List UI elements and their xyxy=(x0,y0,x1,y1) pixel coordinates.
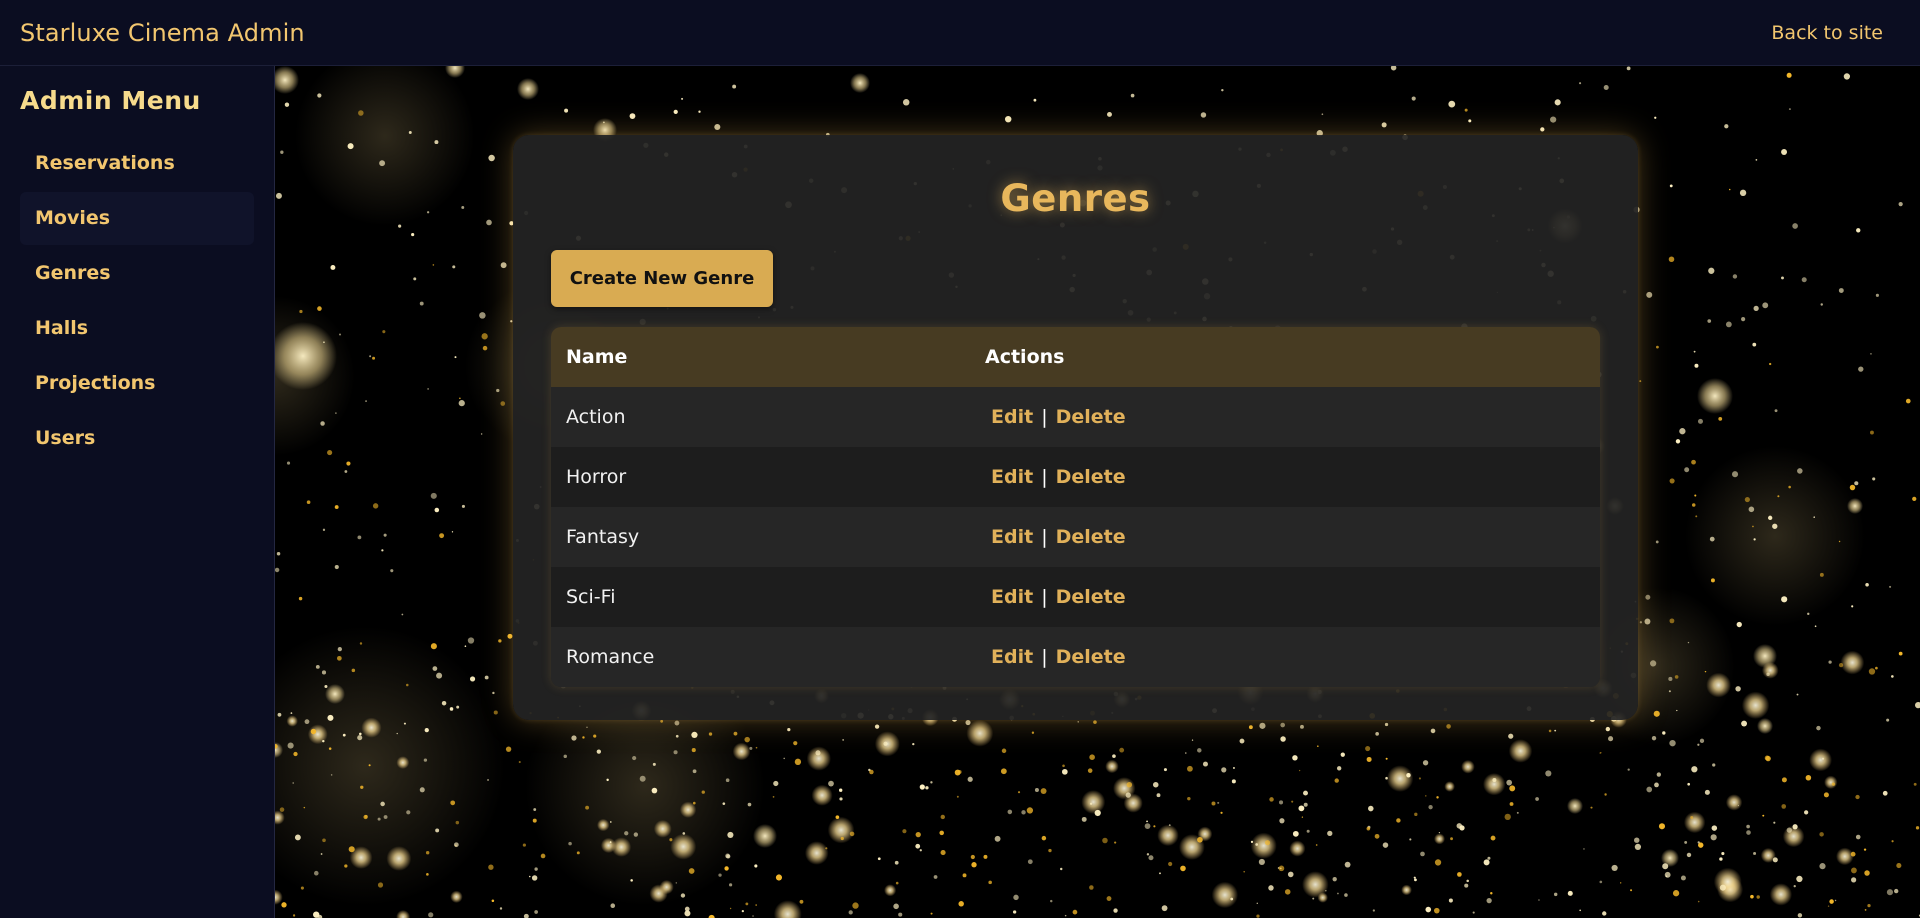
delete-link[interactable]: Delete xyxy=(1050,646,1132,668)
edit-link[interactable]: Edit xyxy=(985,466,1039,488)
top-navbar: Starluxe Cinema Admin Back to site xyxy=(0,0,1920,66)
page-title: Genres xyxy=(1000,177,1151,220)
genre-name: Fantasy xyxy=(566,526,640,548)
back-to-site-link[interactable]: Back to site xyxy=(1771,22,1883,44)
genres-table: Name Actions Action Edit|Delete Horror xyxy=(551,327,1600,687)
table-row: Fantasy Edit | Delete xyxy=(551,507,1600,567)
genres-table-wrapper: Name Actions Action Edit|Delete Horror xyxy=(551,327,1600,687)
delete-link[interactable]: Delete xyxy=(1050,406,1132,428)
sidebar-item-reservations[interactable]: Reservations xyxy=(20,137,254,190)
sidebar-title: Admin Menu xyxy=(20,86,201,115)
delete-link[interactable]: Delete xyxy=(1050,466,1132,488)
sidebar-item-projections[interactable]: Projections xyxy=(20,357,254,410)
row-actions: Edit | Delete xyxy=(970,447,1600,507)
delete-link[interactable]: Delete xyxy=(1050,526,1132,548)
action-separator: | xyxy=(1041,526,1048,548)
row-actions: Edit | Delete xyxy=(970,507,1600,567)
table-row: Sci-Fi Edit | Delete xyxy=(551,567,1600,627)
admin-sidebar: Admin Menu Reservations Movies Genres Ha… xyxy=(0,66,275,918)
delete-link[interactable]: Delete xyxy=(1050,586,1132,608)
sidebar-item-users[interactable]: Users xyxy=(20,412,254,465)
edit-link[interactable]: Edit xyxy=(985,526,1039,548)
column-header-actions: Actions xyxy=(985,346,1065,368)
action-separator: | xyxy=(1041,586,1048,608)
genre-name: Romance xyxy=(566,646,655,668)
table-row: Horror Edit | Delete xyxy=(551,447,1600,507)
column-header-name: Name xyxy=(566,346,628,368)
brand-link[interactable]: Starluxe Cinema Admin xyxy=(20,19,305,47)
genre-name: Action xyxy=(566,406,626,428)
edit-link[interactable]: Edit xyxy=(985,586,1039,608)
row-actions: Edit | Delete xyxy=(970,387,1600,447)
genre-name: Sci-Fi xyxy=(566,586,616,608)
genre-name: Horror xyxy=(566,466,627,488)
create-new-genre-button[interactable]: Create New Genre xyxy=(551,250,773,307)
table-row: Romance Edit | Delete xyxy=(551,627,1600,687)
sidebar-item-genres[interactable]: Genres xyxy=(20,247,254,300)
genres-card: Genres Create New Genre Name Actions Act… xyxy=(513,135,1638,720)
action-separator: | xyxy=(1041,646,1048,668)
row-actions: Edit | Delete xyxy=(970,627,1600,687)
sidebar-item-movies[interactable]: Movies xyxy=(20,192,254,245)
row-actions: Edit | Delete xyxy=(970,567,1600,627)
edit-link[interactable]: Edit xyxy=(985,646,1039,668)
edit-link[interactable]: Edit xyxy=(985,406,1039,428)
action-separator: | xyxy=(1041,406,1048,428)
table-row: Action Edit | Delete xyxy=(551,387,1600,447)
action-separator: | xyxy=(1041,466,1048,488)
table-header-row: Name Actions xyxy=(551,327,1600,387)
main-content: Genres Create New Genre Name Actions Act… xyxy=(275,66,1920,918)
sidebar-item-halls[interactable]: Halls xyxy=(20,302,254,355)
